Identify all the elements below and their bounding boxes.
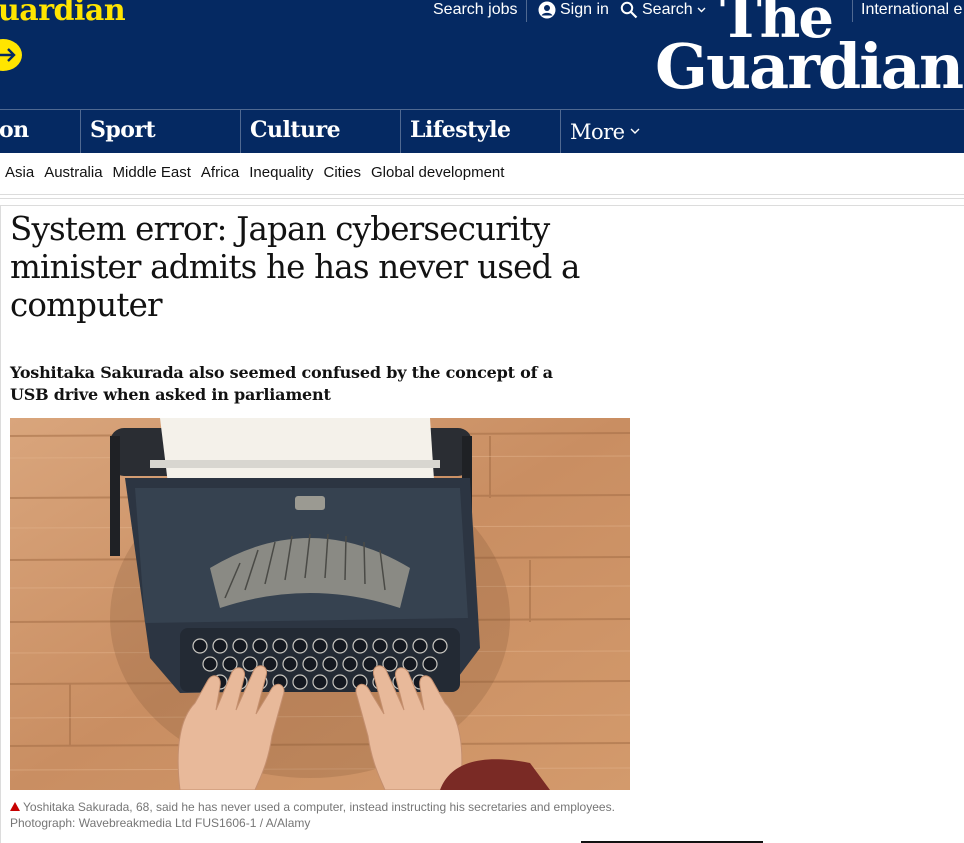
search-icon	[620, 1, 638, 19]
nav-more-label: More	[570, 119, 625, 144]
subnav-item-inequality[interactable]: Inequality	[249, 164, 313, 181]
photo-credit: Photograph: Wavebreakmedia Ltd FUS1606-1…	[10, 816, 311, 830]
caption-triangle-icon	[10, 802, 20, 811]
article-main-image	[10, 418, 630, 790]
chevron-down-icon	[630, 128, 640, 134]
profile-icon	[538, 1, 556, 19]
nav-item-sport[interactable]: Sport	[80, 110, 240, 153]
arrow-right-icon	[0, 48, 16, 62]
support-brand-text: uardian	[0, 0, 126, 28]
subnav-item-africa[interactable]: Africa	[201, 164, 239, 181]
guardian-logo[interactable]: The Guardian	[655, 0, 964, 104]
sign-in-label: Sign in	[560, 1, 609, 18]
subnav-item-global-development[interactable]: Global development	[371, 164, 504, 181]
caption-text: Yoshitaka Sakurada, 68, said he has neve…	[23, 800, 615, 814]
divider	[0, 205, 964, 206]
image-caption: Yoshitaka Sakurada, 68, said he has neve…	[10, 799, 630, 831]
subnav-item-australia[interactable]: Australia	[44, 164, 102, 181]
nav-item-lifestyle[interactable]: Lifestyle	[400, 110, 560, 153]
sign-in-link[interactable]: Sign in	[538, 1, 609, 19]
site-header: uardian Search jobs Sign in Search Inter…	[0, 0, 964, 109]
support-arrow-button[interactable]	[0, 39, 22, 71]
article-standfirst: Yoshitaka Sakurada also seemed confused …	[10, 363, 553, 404]
divider	[0, 205, 1, 843]
subnav-item-asia[interactable]: Asia	[5, 164, 34, 181]
subnav-item-middle-east[interactable]: Middle East	[113, 164, 191, 181]
typewriter-photo	[10, 418, 630, 790]
logo-guardian: Guardian	[655, 30, 964, 104]
nav-more-button[interactable]: More	[560, 110, 640, 153]
nav-item-opinion[interactable]: on	[0, 110, 29, 153]
divider	[526, 0, 527, 22]
divider	[0, 198, 964, 199]
primary-nav: on Sport Culture Lifestyle More	[0, 109, 964, 153]
sub-nav: Asia Australia Middle East Africa Inequa…	[0, 152, 964, 195]
article-headline: System error: Japan cybersecurity minist…	[10, 210, 580, 324]
search-jobs-link[interactable]: Search jobs	[433, 1, 518, 19]
nav-item-culture[interactable]: Culture	[240, 110, 400, 153]
subnav-item-cities[interactable]: Cities	[323, 164, 361, 181]
